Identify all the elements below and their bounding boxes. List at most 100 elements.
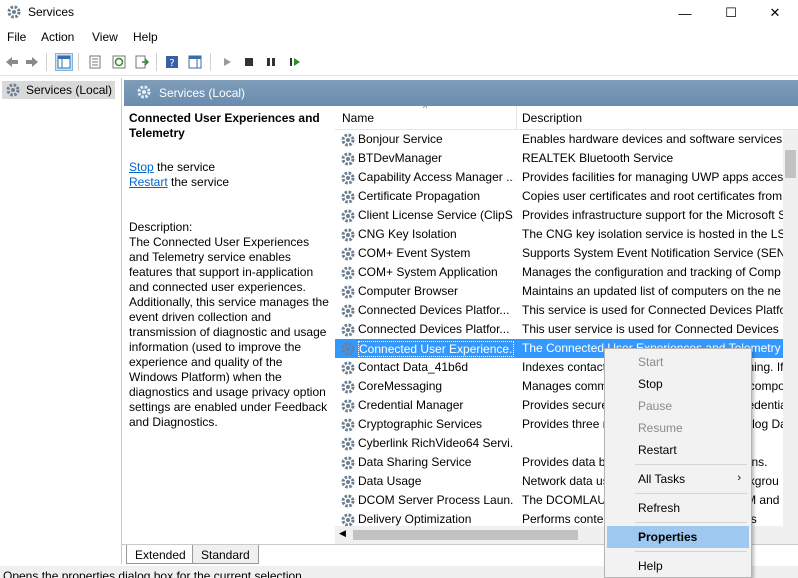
table-row[interactable]: Capability Access Manager ... Provides fa… bbox=[335, 168, 784, 187]
forward-button[interactable] bbox=[23, 53, 41, 71]
restart-service-button[interactable] bbox=[286, 53, 304, 71]
service-name: Credential Manager bbox=[358, 398, 464, 412]
toolbar-separator bbox=[156, 53, 157, 71]
table-row[interactable]: BTDevManager REALTEK Bluetooth Service bbox=[335, 149, 784, 168]
menu-file[interactable]: File bbox=[7, 30, 26, 44]
description-pane: Connected User Experiences and Telemetry… bbox=[124, 106, 332, 544]
column-header-description[interactable]: Description bbox=[522, 111, 582, 125]
table-row[interactable]: Connected Devices Platfor... This user se… bbox=[335, 320, 784, 339]
action-pane-button[interactable] bbox=[186, 53, 204, 71]
gear-icon bbox=[340, 379, 356, 395]
gear-icon bbox=[6, 83, 20, 97]
table-row[interactable]: CNG Key Isolation The CNG key isolation s… bbox=[335, 225, 784, 244]
service-name: CNG Key Isolation bbox=[358, 227, 457, 241]
service-name: Cyberlink RichVideo64 Servi... bbox=[358, 436, 514, 450]
context-menu-restart[interactable]: Restart bbox=[607, 439, 749, 461]
context-menu-pause[interactable]: Pause bbox=[607, 395, 749, 417]
horizontal-scroll-thumb[interactable] bbox=[353, 530, 578, 540]
context-menu-stop[interactable]: Stop bbox=[607, 373, 749, 395]
properties-icon bbox=[89, 55, 101, 69]
menu-bar: File Action View Help bbox=[0, 26, 798, 48]
service-description: The CNG key isolation service is hosted … bbox=[522, 227, 784, 241]
help-icon: ? bbox=[166, 56, 178, 69]
minimize-button[interactable]: — bbox=[662, 0, 708, 26]
menu-view[interactable]: View bbox=[92, 30, 118, 44]
service-name: Connected Devices Platfor... bbox=[358, 303, 510, 317]
service-description: Provides infrastructure support for the … bbox=[522, 208, 784, 222]
properties-toolbar-button[interactable] bbox=[86, 53, 104, 71]
stop-service-button[interactable] bbox=[240, 53, 258, 71]
services-app-icon bbox=[7, 5, 21, 19]
service-name: Connected User Experience... bbox=[358, 341, 514, 357]
stop-link-suffix: the service bbox=[153, 160, 216, 174]
table-row[interactable]: Bonjour Service Enables hardware devices … bbox=[335, 130, 784, 149]
title-bar: Services — ☐ ✕ bbox=[0, 0, 798, 26]
back-button[interactable] bbox=[3, 53, 21, 71]
table-row[interactable]: COM+ System Application Manages the confi… bbox=[335, 263, 784, 282]
service-description: Maintains an updated list of computers o… bbox=[522, 284, 781, 298]
list-header: ^ Name Description bbox=[335, 106, 798, 130]
service-description: Manages the configuration and tracking o… bbox=[522, 265, 781, 279]
toolbar-separator bbox=[78, 53, 79, 71]
vertical-scroll-thumb[interactable] bbox=[785, 150, 796, 178]
pause-service-button[interactable] bbox=[262, 53, 280, 71]
service-description: Provides facilities for managing UWP app… bbox=[522, 170, 784, 184]
service-description: Copies user certificates and root certif… bbox=[522, 189, 783, 203]
restart-link[interactable]: Restart bbox=[129, 175, 168, 189]
back-arrow-icon bbox=[6, 57, 18, 67]
table-row[interactable]: Certificate Propagation Copies user certi… bbox=[335, 187, 784, 206]
service-name: DCOM Server Process Laun... bbox=[358, 493, 514, 507]
service-description: REALTEK Bluetooth Service bbox=[522, 151, 674, 165]
close-icon: ✕ bbox=[769, 5, 781, 20]
minimize-icon: — bbox=[678, 5, 692, 21]
gear-icon bbox=[340, 474, 356, 490]
start-service-button[interactable] bbox=[218, 53, 236, 71]
context-menu-resume[interactable]: Resume bbox=[607, 417, 749, 439]
gear-icon bbox=[340, 493, 356, 509]
context-menu-properties[interactable]: Properties bbox=[607, 526, 749, 548]
vertical-scrollbar[interactable] bbox=[783, 130, 798, 526]
gear-icon bbox=[340, 303, 356, 319]
menu-help[interactable]: Help bbox=[133, 30, 158, 44]
submenu-arrow-icon: › bbox=[737, 472, 741, 484]
close-button[interactable]: ✕ bbox=[752, 0, 798, 26]
column-separator[interactable] bbox=[516, 106, 517, 130]
service-name: Connected Devices Platfor... bbox=[358, 322, 510, 336]
help-toolbar-button[interactable]: ? bbox=[163, 53, 181, 71]
service-name: Bonjour Service bbox=[358, 132, 443, 146]
sort-indicator-icon: ^ bbox=[423, 106, 428, 113]
table-row[interactable]: COM+ Event System Supports System Event N… bbox=[335, 244, 784, 263]
show-hide-console-tree-button[interactable] bbox=[55, 53, 73, 71]
tab-standard[interactable]: Standard bbox=[192, 545, 259, 564]
all-tasks-label: All Tasks bbox=[638, 472, 686, 486]
export-list-button[interactable] bbox=[133, 53, 151, 71]
tree-item-services-local[interactable]: Services (Local) bbox=[2, 81, 116, 99]
service-name: Certificate Propagation bbox=[358, 189, 481, 203]
export-icon bbox=[135, 55, 149, 69]
service-name: COM+ Event System bbox=[358, 246, 471, 260]
column-header-name[interactable]: Name bbox=[342, 111, 374, 125]
refresh-toolbar-button[interactable] bbox=[110, 53, 128, 71]
context-menu-help[interactable]: Help bbox=[607, 555, 749, 577]
console-tree: Services (Local) bbox=[0, 78, 122, 564]
toolbar-separator bbox=[210, 53, 211, 71]
scroll-left-icon[interactable]: ◀ bbox=[339, 528, 346, 539]
pause-icon bbox=[267, 58, 275, 66]
content-header-title: Services (Local) bbox=[159, 86, 246, 100]
forward-arrow-icon bbox=[26, 57, 38, 67]
context-menu-all-tasks[interactable]: All Tasks › bbox=[607, 468, 749, 490]
stop-icon bbox=[245, 58, 253, 66]
menu-action[interactable]: Action bbox=[41, 30, 74, 44]
table-row[interactable]: Client License Service (ClipS... Provides… bbox=[335, 206, 784, 225]
stop-link[interactable]: Stop bbox=[129, 160, 154, 174]
tab-extended[interactable]: Extended bbox=[126, 545, 195, 564]
table-row[interactable]: Computer Browser Maintains an updated lis… bbox=[335, 282, 784, 301]
gear-icon bbox=[340, 322, 356, 338]
table-row[interactable]: Connected Devices Platfor... This service… bbox=[335, 301, 784, 320]
maximize-button[interactable]: ☐ bbox=[708, 0, 754, 26]
gear-icon bbox=[340, 227, 356, 243]
service-description: Supports System Event Notification Servi… bbox=[522, 246, 784, 260]
service-name: COM+ System Application bbox=[358, 265, 498, 279]
context-menu-start[interactable]: Start bbox=[607, 351, 749, 373]
context-menu-refresh[interactable]: Refresh bbox=[607, 497, 749, 519]
